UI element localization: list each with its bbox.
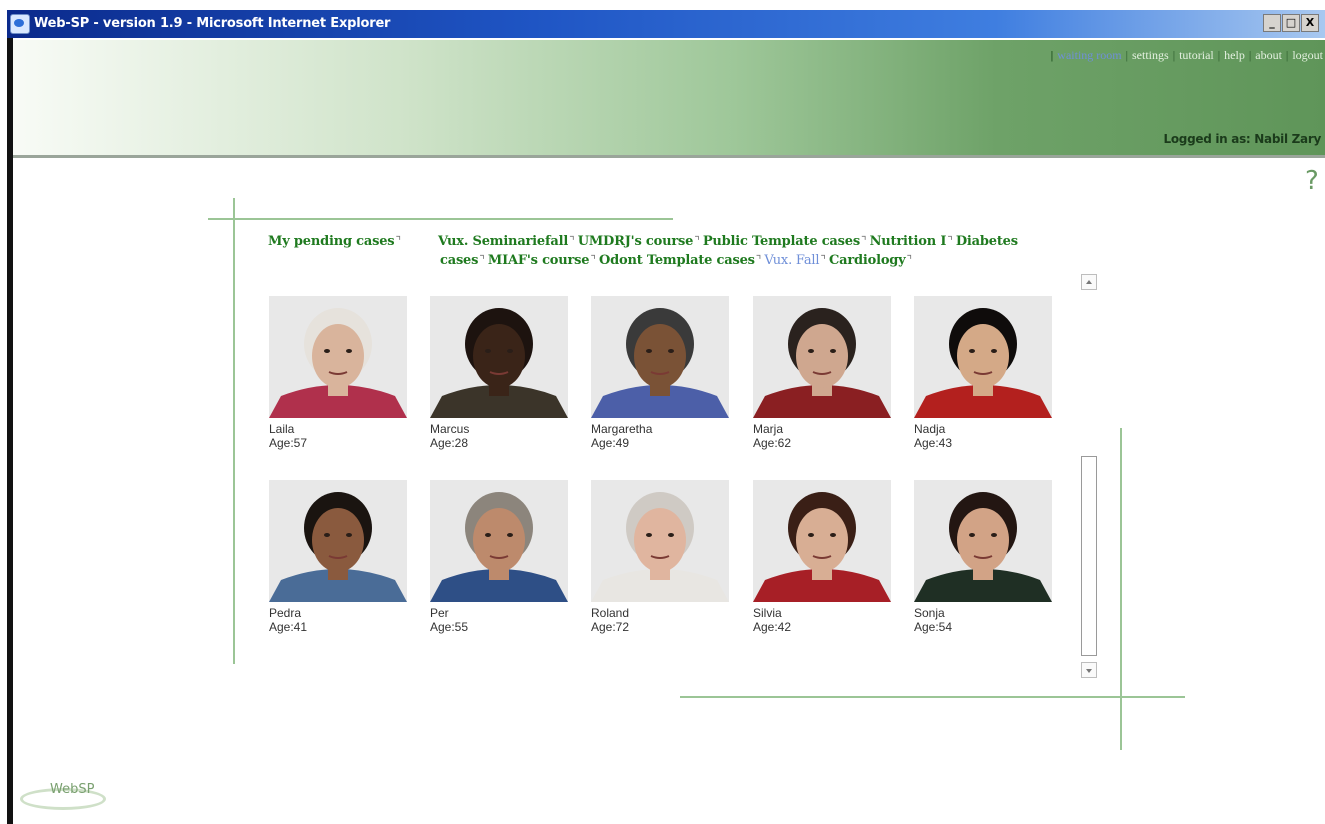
patient-age: Age:62: [753, 436, 792, 450]
tab-diabetes-cases[interactable]: Diabetes: [956, 234, 1018, 249]
patient-age: Age:42: [753, 620, 792, 634]
tab-corner: ⌝: [395, 234, 402, 248]
patient-age: Age:28: [430, 436, 469, 450]
tab-vux-seminariefall[interactable]: Vux. Seminariefall: [438, 234, 568, 249]
nav-separator: |: [1125, 48, 1129, 62]
nav-separator: |: [1248, 48, 1252, 62]
nav-about[interactable]: about: [1255, 48, 1282, 62]
websp-logo: WebSP: [20, 782, 108, 812]
patient-name[interactable]: Laila: [269, 422, 407, 436]
top-navigation: | waiting room | settings | tutorial | help | abo…: [1051, 48, 1323, 63]
patient-photo[interactable]: [430, 480, 568, 602]
patient-name[interactable]: Nadja: [914, 422, 1052, 436]
patient-card[interactable]: Roland Age:72: [591, 480, 729, 634]
patient-age: Age:49: [591, 436, 630, 450]
tab-corner: ⌝: [569, 234, 575, 248]
patient-card[interactable]: Pedra Age:41: [269, 480, 407, 634]
tab-corner: ⌝: [590, 253, 596, 267]
nav-separator: |: [1172, 48, 1176, 62]
scroll-down-button[interactable]: [1081, 662, 1097, 678]
patient-name[interactable]: Margaretha: [591, 422, 729, 436]
tabs-row-1: My pending cases⌝ Vux. Seminariefall⌝ UMDR…: [268, 232, 1098, 251]
tab-vux-fall[interactable]: Vux. Fall: [764, 253, 819, 268]
patient-age: Age:54: [914, 620, 953, 634]
patient-card[interactable]: Marcus Age:28: [430, 296, 568, 450]
window-titlebar: Web-SP - version 1.9 - Microsoft Interne…: [0, 0, 1325, 40]
patient-photo[interactable]: [753, 480, 891, 602]
help-icon[interactable]: ?: [1305, 166, 1319, 196]
internet-explorer-icon: [10, 14, 30, 34]
logo-text: WebSP: [50, 782, 95, 797]
tab-diabetes-cases-cont[interactable]: cases: [440, 253, 478, 268]
tab-corner: ⌝: [906, 253, 913, 267]
app-header: | waiting room | settings | tutorial | help | abo…: [13, 40, 1325, 158]
patient-photo[interactable]: [753, 296, 891, 418]
tab-corner: ⌝: [820, 253, 826, 267]
tabs-row-2: cases⌝ MIAF's course⌝ Odont Template cases…: [268, 251, 1098, 270]
patient-card[interactable]: Margaretha Age:49: [591, 296, 729, 450]
nav-separator: |: [1285, 48, 1289, 62]
nav-help[interactable]: help: [1224, 48, 1245, 62]
patient-photo[interactable]: [430, 296, 568, 418]
frame-line-left: [233, 198, 235, 664]
patient-name[interactable]: Marja: [753, 422, 891, 436]
scrollbar-track[interactable]: [1081, 456, 1097, 656]
patient-name[interactable]: Sonja: [914, 606, 1052, 620]
tab-odont-template-cases[interactable]: Odont Template cases: [599, 253, 755, 268]
patient-age: Age:55: [430, 620, 469, 634]
tab-my-pending-cases[interactable]: My pending cases: [268, 234, 395, 249]
patient-age: Age:57: [269, 436, 308, 450]
patient-card[interactable]: Laila Age:57: [269, 296, 407, 450]
patient-photo[interactable]: [914, 296, 1052, 418]
patient-card[interactable]: Sonja Age:54: [914, 480, 1052, 634]
tab-public-template-cases[interactable]: Public Template cases: [703, 234, 860, 249]
tab-umdrj-course[interactable]: UMDRJ's course: [578, 234, 694, 249]
patient-age: Age:72: [591, 620, 630, 634]
case-tabs: My pending cases⌝ Vux. Seminariefall⌝ UMDR…: [268, 232, 1098, 270]
patient-card[interactable]: Nadja Age:43: [914, 296, 1052, 450]
tab-corner: ⌝: [694, 234, 700, 248]
patient-age: Age:41: [269, 620, 308, 634]
logged-in-user: Logged in as: Nabil Zary: [1163, 132, 1321, 146]
tab-cardiology[interactable]: Cardiology: [829, 253, 906, 268]
window-controls: _ □ X: [1263, 14, 1319, 32]
nav-settings[interactable]: settings: [1132, 48, 1169, 62]
minimize-button[interactable]: _: [1263, 14, 1281, 32]
nav-separator: |: [1217, 48, 1221, 62]
patient-photo[interactable]: [591, 296, 729, 418]
nav-logout[interactable]: logout: [1292, 48, 1323, 62]
tab-corner: ⌝: [947, 234, 953, 248]
patient-card[interactable]: Per Age:55: [430, 480, 568, 634]
patient-photo[interactable]: [591, 480, 729, 602]
patient-name[interactable]: Marcus: [430, 422, 568, 436]
tab-corner: ⌝: [479, 253, 485, 267]
maximize-button[interactable]: □: [1282, 14, 1300, 32]
patient-photo[interactable]: [269, 480, 407, 602]
tab-corner: ⌝: [860, 234, 867, 248]
patient-name[interactable]: Roland: [591, 606, 729, 620]
nav-tutorial[interactable]: tutorial: [1179, 48, 1214, 62]
patient-card[interactable]: Marja Age:62: [753, 296, 891, 450]
nav-waiting-room[interactable]: waiting room: [1057, 48, 1121, 62]
patient-name[interactable]: Per: [430, 606, 568, 620]
scroll-up-button[interactable]: [1081, 274, 1097, 290]
patient-name[interactable]: Silvia: [753, 606, 891, 620]
window-title: Web-SP - version 1.9 - Microsoft Interne…: [34, 16, 391, 31]
frame-line-bottom: [680, 696, 1185, 698]
patient-photo[interactable]: [269, 296, 407, 418]
nav-separator: |: [1050, 48, 1054, 62]
tab-nutrition-1[interactable]: Nutrition I: [870, 234, 947, 249]
patient-age: Age:43: [914, 436, 953, 450]
tab-corner: ⌝: [755, 253, 762, 267]
frame-line-right: [1120, 428, 1122, 750]
tab-miaf-course[interactable]: MIAF's course: [488, 253, 590, 268]
frame-line-top: [208, 218, 673, 220]
close-button[interactable]: X: [1301, 14, 1319, 32]
patient-photo[interactable]: [914, 480, 1052, 602]
patient-card[interactable]: Silvia Age:42: [753, 480, 891, 634]
patient-name[interactable]: Pedra: [269, 606, 407, 620]
